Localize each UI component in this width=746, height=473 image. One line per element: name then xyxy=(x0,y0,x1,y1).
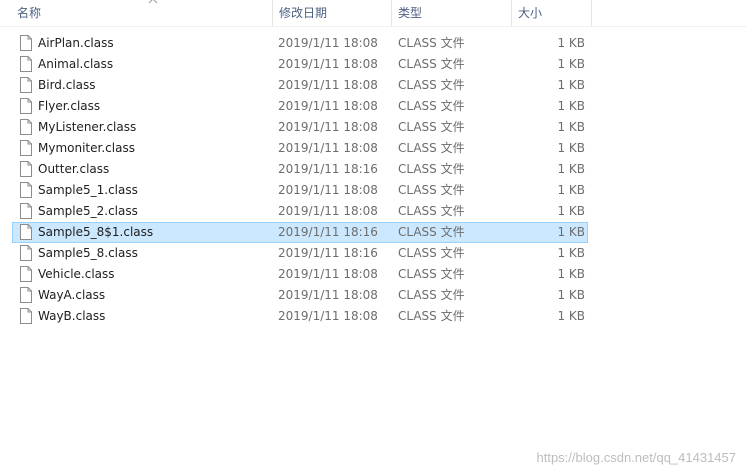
file-name: Sample5_8$1.class xyxy=(38,225,154,239)
file-row[interactable]: MyListener.class 2019/1/11 18:08 CLASS 文件 1… xyxy=(12,117,588,138)
file-size: 1 KB xyxy=(557,36,585,50)
file-type: CLASS 文件 xyxy=(398,57,465,71)
file-size: 1 KB xyxy=(557,246,585,260)
file-name: Sample5_1.class xyxy=(38,183,138,197)
file-date: 2019/1/11 18:08 xyxy=(278,183,378,197)
column-type-header[interactable]: 类型 xyxy=(392,0,512,26)
file-name: Mymoniter.class xyxy=(38,141,135,155)
file-type: CLASS 文件 xyxy=(398,267,465,281)
file-row[interactable]: Sample5_8.class 2019/1/11 18:16 CLASS 文件 1 … xyxy=(12,243,588,264)
file-row[interactable]: Flyer.class 2019/1/11 18:08 CLASS 文件 1 KB xyxy=(12,96,588,117)
file-type: CLASS 文件 xyxy=(398,78,465,92)
file-row[interactable]: Mymoniter.class 2019/1/11 18:08 CLASS 文件 1 … xyxy=(12,138,588,159)
document-icon xyxy=(20,140,32,156)
document-icon xyxy=(20,77,32,93)
file-type: CLASS 文件 xyxy=(398,162,465,176)
file-date: 2019/1/11 18:08 xyxy=(278,78,378,92)
file-name: WayB.class xyxy=(38,309,106,323)
file-name: Bird.class xyxy=(38,78,96,92)
watermark: https://blog.csdn.net/qq_41431457 xyxy=(536,450,737,465)
file-name: Vehicle.class xyxy=(38,267,115,281)
file-row[interactable]: Bird.class 2019/1/11 18:08 CLASS 文件 1 KB xyxy=(12,75,588,96)
file-name: Outter.class xyxy=(38,162,110,176)
document-icon xyxy=(20,266,32,282)
file-row[interactable]: Vehicle.class 2019/1/11 18:08 CLASS 文件 1 KB xyxy=(12,264,588,285)
file-name: AirPlan.class xyxy=(38,36,114,50)
document-icon xyxy=(20,203,32,219)
file-size: 1 KB xyxy=(557,78,585,92)
file-date: 2019/1/11 18:16 xyxy=(278,225,378,239)
document-icon xyxy=(20,182,32,198)
file-type: CLASS 文件 xyxy=(398,36,465,50)
document-icon xyxy=(20,308,32,324)
document-icon xyxy=(20,35,32,51)
file-type: CLASS 文件 xyxy=(398,246,465,260)
document-icon xyxy=(20,161,32,177)
file-type: CLASS 文件 xyxy=(398,204,465,218)
file-size: 1 KB xyxy=(557,141,585,155)
file-row[interactable]: Outter.class 2019/1/11 18:16 CLASS 文件 1 KB xyxy=(12,159,588,180)
document-icon xyxy=(20,98,32,114)
document-icon xyxy=(20,245,32,261)
column-size-header[interactable]: 大小 xyxy=(512,0,592,26)
file-date: 2019/1/11 18:08 xyxy=(278,99,378,113)
file-date: 2019/1/11 18:08 xyxy=(278,120,378,134)
file-row[interactable]: WayB.class 2019/1/11 18:08 CLASS 文件 1 KB xyxy=(12,306,588,327)
file-size: 1 KB xyxy=(557,120,585,134)
file-date: 2019/1/11 18:08 xyxy=(278,57,378,71)
document-icon xyxy=(20,56,32,72)
file-size: 1 KB xyxy=(557,162,585,176)
document-icon xyxy=(20,119,32,135)
file-date: 2019/1/11 18:08 xyxy=(278,309,378,323)
file-size: 1 KB xyxy=(557,183,585,197)
file-size: 1 KB xyxy=(557,267,585,281)
column-name-label: 名称 xyxy=(17,6,42,20)
file-size: 1 KB xyxy=(557,57,585,71)
file-size: 1 KB xyxy=(557,225,585,239)
file-type: CLASS 文件 xyxy=(398,225,465,239)
file-row[interactable]: Sample5_1.class 2019/1/11 18:08 CLASS 文件 1 … xyxy=(12,180,588,201)
file-type: CLASS 文件 xyxy=(398,120,465,134)
column-type-label: 类型 xyxy=(398,6,423,20)
file-type: CLASS 文件 xyxy=(398,141,465,155)
file-type: CLASS 文件 xyxy=(398,183,465,197)
file-type: CLASS 文件 xyxy=(398,99,465,113)
chevron-up-icon xyxy=(148,0,158,6)
column-header: 名称 修改日期 类型 大小 xyxy=(0,0,746,27)
file-row[interactable]: Animal.class 2019/1/11 18:08 CLASS 文件 1 KB xyxy=(12,54,588,75)
file-row[interactable]: Sample5_8$1.class 2019/1/11 18:16 CLASS 文件… xyxy=(12,222,588,243)
file-name: Animal.class xyxy=(38,57,114,71)
file-name: WayA.class xyxy=(38,288,106,302)
file-row[interactable]: Sample5_2.class 2019/1/11 18:08 CLASS 文件 1 … xyxy=(12,201,588,222)
file-date: 2019/1/11 18:08 xyxy=(278,288,378,302)
file-row[interactable]: AirPlan.class 2019/1/11 18:08 CLASS 文件 1 KB xyxy=(12,33,588,54)
file-date: 2019/1/11 18:16 xyxy=(278,246,378,260)
file-explorer: 名称 修改日期 类型 大小 AirPlan.class 2019/1/11 18:… xyxy=(0,0,746,473)
column-date-header[interactable]: 修改日期 xyxy=(272,0,392,26)
file-size: 1 KB xyxy=(557,99,585,113)
file-name: Sample5_2.class xyxy=(38,204,138,218)
file-date: 2019/1/11 18:08 xyxy=(278,267,378,281)
file-size: 1 KB xyxy=(557,288,585,302)
file-date: 2019/1/11 18:08 xyxy=(278,141,378,155)
file-row[interactable]: WayA.class 2019/1/11 18:08 CLASS 文件 1 KB xyxy=(12,285,588,306)
file-name: Flyer.class xyxy=(38,99,101,113)
file-type: CLASS 文件 xyxy=(398,288,465,302)
document-icon xyxy=(20,287,32,303)
file-type: CLASS 文件 xyxy=(398,309,465,323)
file-size: 1 KB xyxy=(557,204,585,218)
column-size-label: 大小 xyxy=(518,6,543,20)
column-name-header[interactable]: 名称 xyxy=(10,0,272,26)
file-date: 2019/1/11 18:08 xyxy=(278,36,378,50)
column-date-label: 修改日期 xyxy=(279,6,328,20)
document-icon xyxy=(20,224,32,240)
file-name: MyListener.class xyxy=(38,120,137,134)
file-date: 2019/1/11 18:16 xyxy=(278,162,378,176)
file-name: Sample5_8.class xyxy=(38,246,138,260)
file-size: 1 KB xyxy=(557,309,585,323)
file-date: 2019/1/11 18:08 xyxy=(278,204,378,218)
